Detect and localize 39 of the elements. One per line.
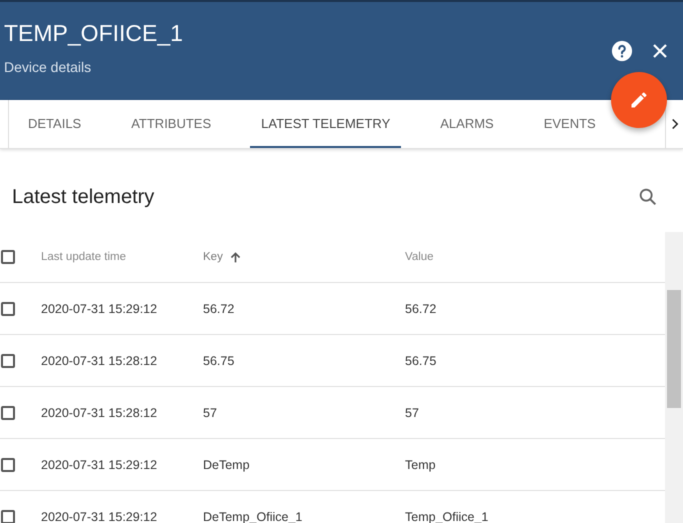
table-cell: Temp	[405, 458, 436, 472]
tab[interactable]: ALARMS	[429, 100, 505, 148]
column-header[interactable]: Key	[203, 251, 223, 263]
checkbox[interactable]	[1, 250, 15, 264]
scroll-right-button[interactable]	[665, 100, 683, 148]
tab[interactable]: ATTRIBUTES	[120, 100, 222, 148]
device-title: TEMP_OFIICE_1	[4, 20, 183, 47]
checkbox[interactable]	[1, 510, 15, 523]
help-icon[interactable]	[611, 40, 633, 62]
table-cell: 56.72	[405, 302, 436, 316]
checkbox[interactable]	[1, 354, 15, 368]
close-icon[interactable]	[651, 42, 669, 60]
pencil-icon	[629, 90, 649, 110]
table-cell: 56.75	[203, 354, 234, 368]
device-subtitle: Device details	[4, 59, 92, 75]
tab[interactable]: EVENTS	[532, 100, 607, 148]
table-cell: Temp_Ofiice_1	[405, 510, 488, 523]
column-header[interactable]: Last update time	[41, 251, 126, 263]
table-cell: 56.75	[405, 354, 436, 368]
scrollbar[interactable]	[665, 232, 683, 523]
checkbox[interactable]	[1, 302, 15, 316]
table-cell: 2020-07-31 15:29:12	[41, 510, 158, 523]
tab[interactable]: DETAILS	[17, 100, 92, 148]
table-cell: 2020-07-31 15:28:12	[41, 354, 158, 368]
table-cell: 56.72	[203, 302, 234, 316]
table-cell: 57	[405, 406, 419, 420]
table-cell: 2020-07-31 15:29:12	[41, 458, 158, 472]
search-icon[interactable]	[637, 186, 659, 208]
checkbox[interactable]	[1, 406, 15, 420]
table-cell: DeTemp	[203, 458, 250, 472]
checkbox[interactable]	[1, 458, 15, 472]
table-cell: DeTemp_Ofiice_1	[203, 510, 302, 523]
chevron-right-icon	[670, 118, 678, 130]
table-cell: 2020-07-31 15:29:12	[41, 302, 158, 316]
panel-title: Latest telemetry	[12, 186, 154, 208]
table-cell: 2020-07-31 15:28:12	[41, 406, 158, 420]
tab[interactable]: LATEST TELEMETRY	[250, 100, 402, 148]
table-cell: 57	[203, 406, 217, 420]
column-header[interactable]: Value	[405, 251, 434, 263]
